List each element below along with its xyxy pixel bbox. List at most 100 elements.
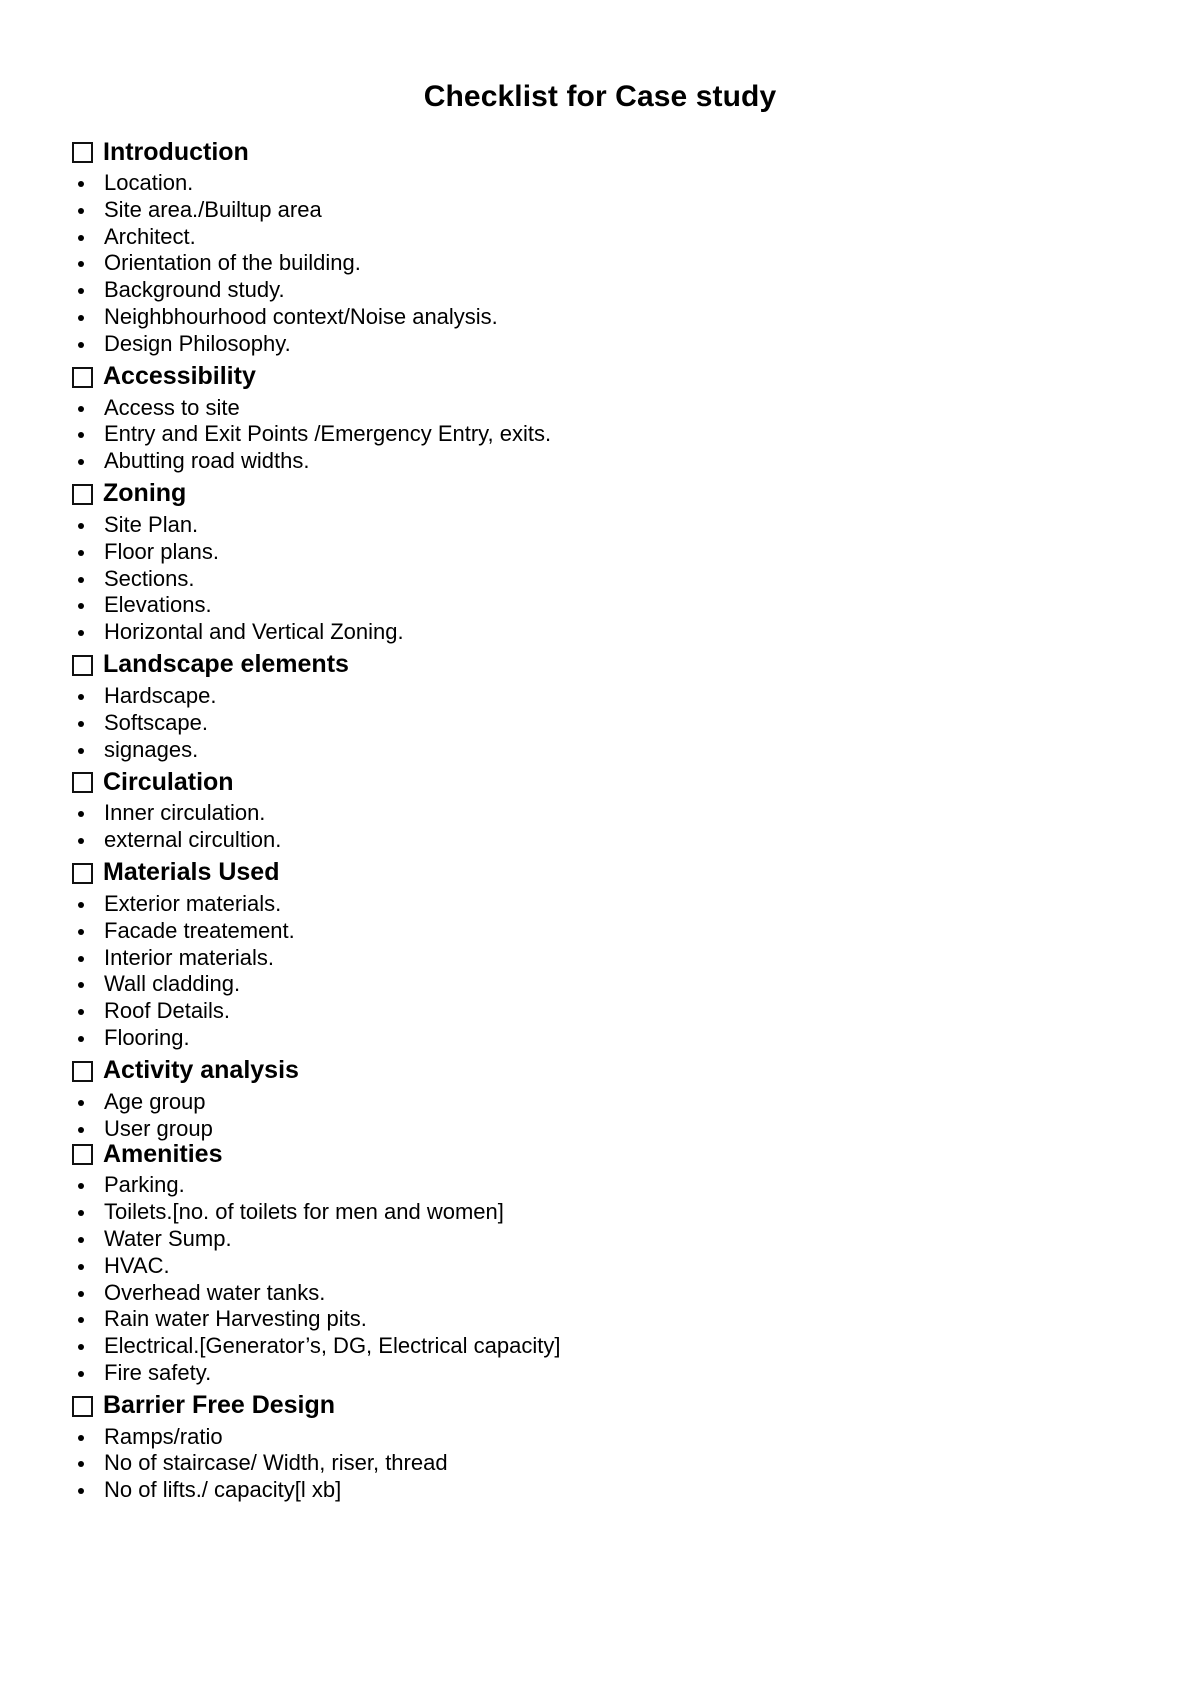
list-item: Neighbhourhood context/Noise analysis. [72,304,1132,331]
empty-square-checkbox-icon[interactable] [72,772,93,794]
section-heading-circulation[interactable]: Circulation [72,766,1132,798]
bullet-icon [78,1488,84,1495]
bullet-icon [78,603,84,610]
list-item-label: Toilets.[no. of toilets for men and wome… [104,1199,504,1225]
bullet-icon [78,207,84,214]
bullet-icon [78,576,84,583]
list-item: Elevations. [72,592,1132,619]
section-title-label: Introduction [103,137,249,166]
empty-square-checkbox-icon[interactable] [72,1144,93,1166]
bullet-icon [78,341,84,348]
bullet-icon [78,1009,84,1016]
section-title-label: Circulation [103,767,234,796]
section-heading-materials-used[interactable]: Materials Used [72,857,1132,889]
section-heading-accessibility[interactable]: Accessibility [72,361,1132,393]
section-title-label: Accessibility [103,362,256,391]
section-heading-introduction[interactable]: Introduction [72,136,1132,168]
list-item-label: No of lifts./ capacity[l xb] [104,1477,342,1503]
empty-square-checkbox-icon[interactable] [72,1060,93,1082]
list-item-label: Orientation of the building. [104,250,361,276]
list-item-label: Age group [104,1088,206,1114]
list-item-label: Background study. [104,277,285,303]
bullet-icon [78,405,84,412]
list-item: Roof Details. [72,998,1132,1025]
list-item-label: external circultion. [104,827,282,853]
bullet-icon [78,181,84,187]
list-item-label: Overhead water tanks. [104,1279,326,1305]
bullet-icon [78,901,84,908]
bullet-icon [78,549,84,556]
list-item: HVAC. [72,1253,1132,1280]
checklist-body: Introduction Location. Site area./Builtup … [72,136,1132,1504]
section-title-label: Zoning [103,479,187,508]
list-item-label: Floor plans. [104,538,219,564]
list-item-label: Sections. [104,565,195,591]
list-item: Floor plans. [72,539,1132,566]
section-title-label: Materials Used [103,858,280,887]
list-item: Softscape. [72,710,1132,737]
list-item: Flooring. [72,1025,1132,1052]
list-item-label: Abutting road widths. [104,448,310,474]
checklist-section: Materials Used Exterior materials. Facade … [72,857,1132,1052]
list-item-label: Horizontal and Vertical Zoning. [104,619,404,645]
bullet-icon [78,838,84,845]
section-heading-activity-analysis[interactable]: Activity analysis [72,1055,1132,1087]
list-item-label: Parking. [104,1172,185,1198]
list-item: Access to site [72,395,1132,422]
list-item-label: Roof Details. [104,998,230,1024]
list-item-label: Rain water Harvesting pits. [104,1306,367,1332]
section-heading-barrier-free-design[interactable]: Barrier Free Design [72,1390,1132,1422]
bullet-icon [78,693,84,700]
empty-square-checkbox-icon[interactable] [72,483,93,505]
empty-square-checkbox-icon[interactable] [72,654,93,676]
bullet-icon [78,1290,84,1297]
list-item-label: Elevations. [104,592,212,618]
list-item-label: Exterior materials. [104,890,282,916]
bullet-icon [78,1035,84,1042]
list-item-label: No of staircase/ Width, riser, thread [104,1450,448,1476]
list-item: No of lifts./ capacity[l xb] [72,1477,1132,1504]
list-item-label: Location. [104,170,194,195]
section-title-label: Landscape elements [103,650,349,679]
list-item: Horizontal and Vertical Zoning. [72,619,1132,646]
bullet-icon [78,1434,84,1441]
bullet-icon [78,522,84,529]
bullet-icon [78,1099,84,1106]
section-heading-zoning[interactable]: Zoning [72,478,1132,510]
section-heading-amenities[interactable]: Amenities [72,1138,1132,1170]
list-item: Exterior materials. [72,891,1132,918]
bullet-icon [78,1317,84,1324]
bullet-icon [78,432,84,439]
list-item: Abutting road widths. [72,448,1132,475]
list-item: Design Philosophy. [72,331,1132,358]
section-item-list: Ramps/ratio No of staircase/ Width, riser… [72,1424,1132,1504]
checklist-section: Circulation Inner circulation. external ci… [72,766,1132,854]
empty-square-checkbox-icon[interactable] [72,366,93,388]
empty-square-checkbox-icon[interactable] [72,1395,93,1417]
list-item: Sections. [72,566,1132,593]
list-item-label: Wall cladding. [104,971,241,997]
section-heading-landscape-elements[interactable]: Landscape elements [72,649,1132,681]
list-item: No of staircase/ Width, riser, thread [72,1450,1132,1477]
empty-square-checkbox-icon[interactable] [72,142,93,163]
list-item-label: Hardscape. [104,682,217,708]
section-item-list: Exterior materials. Facade treatement. Int… [72,891,1132,1052]
page-title: Checklist for Case study [423,80,777,113]
empty-square-checkbox-icon[interactable] [72,862,93,884]
list-item-label: Site Plan. [104,511,199,537]
checklist-section: Landscape elements Hardscape. Softscape. si… [72,649,1132,763]
list-item-label: Flooring. [104,1024,190,1050]
list-item-label: Facade treatement. [104,917,295,943]
list-item: Rain water Harvesting pits. [72,1306,1132,1333]
list-item: Background study. [72,277,1132,304]
section-item-list: Access to site Entry and Exit Points /Eme… [72,395,1132,475]
list-item-label: Softscape. [104,709,208,735]
list-item-label: Site area./Builtup area [104,196,322,222]
list-item-label: Access to site [104,394,240,420]
bullet-icon [78,314,84,321]
list-item: Age group [72,1089,1132,1116]
list-item-label: Interior materials. [104,944,274,970]
bullet-icon [78,1461,84,1468]
list-item: Site area./Builtup area [72,197,1132,224]
section-item-list: Hardscape. Softscape. signages. [72,683,1132,763]
